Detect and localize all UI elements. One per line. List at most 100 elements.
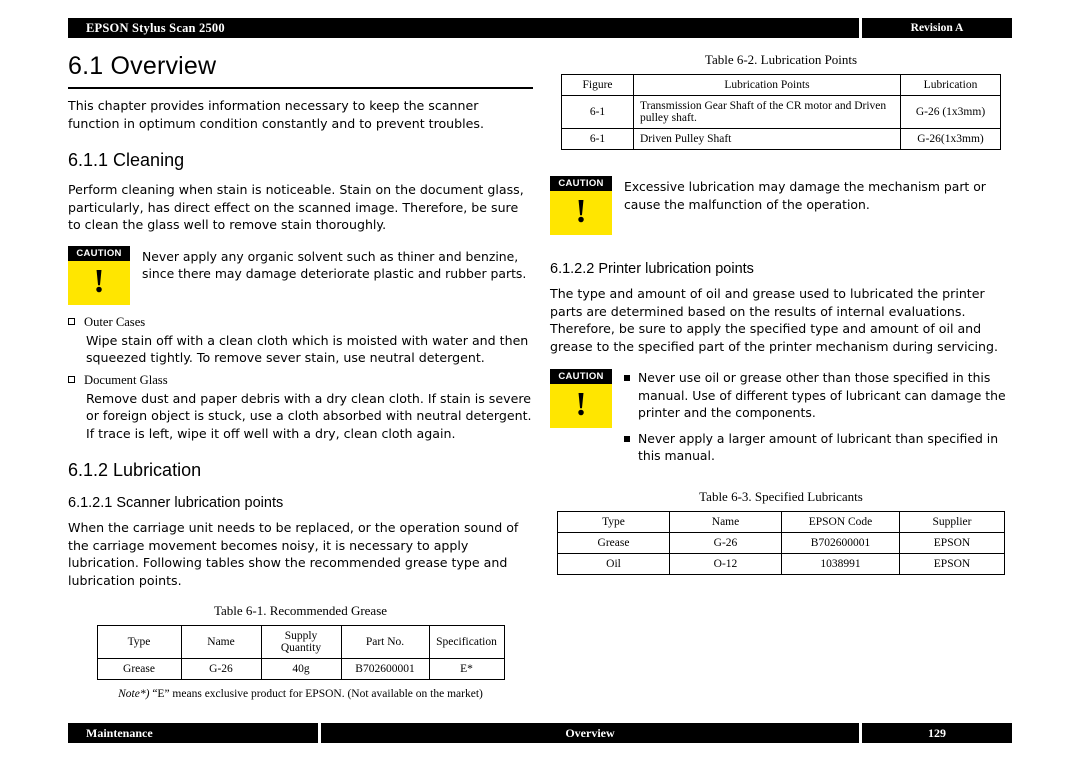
list-item: Outer Cases	[68, 315, 533, 330]
table-cell: G-26 (1x3mm)	[900, 95, 1001, 129]
warning-triangle-icon: !	[550, 191, 612, 235]
list-item-body: Wipe stain off with a clean cloth which …	[86, 332, 529, 366]
caution-bullet-item: Never use oil or grease other than those…	[624, 369, 1012, 422]
table-3-caption: Table 6-3. Specified Lubricants	[699, 488, 863, 504]
footer-section-label: Overview	[321, 723, 859, 743]
chapter-intro-text: This chapter provides information necess…	[68, 98, 484, 131]
square-bullet-icon	[68, 375, 75, 383]
header-revision: Revision A	[862, 18, 1012, 38]
note-text: “E” means exclusive product for EPSON. (…	[149, 688, 483, 700]
table-header-cell: Supply Quantity	[260, 625, 342, 659]
caution-icon: CAUTION !	[550, 369, 612, 428]
table-cell: 6-1	[561, 128, 634, 150]
filled-square-bullet-icon	[624, 375, 630, 381]
table-header-cell: Part No.	[340, 625, 430, 659]
table-row: Grease G-26 B702600001 EPSON	[557, 531, 1005, 554]
caution-block-printer: CAUTION ! Never use oil or grease other …	[550, 369, 1012, 473]
table-header-cell: Name	[669, 510, 782, 533]
list-item: Document Glass	[68, 373, 533, 388]
section-cleaning-title: 6.1.1 Cleaning	[68, 150, 185, 170]
table-cell: O-12	[669, 552, 782, 575]
table-cell: EPSON	[899, 531, 1005, 554]
table-1-caption: Table 6-1. Recommended Grease	[213, 603, 388, 618]
table-header-cell: Supplier	[899, 510, 1005, 533]
table-header-cell: Specification	[428, 625, 505, 659]
table-cell: Oil	[557, 552, 670, 575]
caution-block-lubrication: CAUTION ! Excessive lubrication may dama…	[550, 176, 1012, 235]
header-product-title: EPSON Stylus Scan 2500	[68, 18, 859, 38]
table-header-cell: Type	[96, 625, 182, 659]
exclamation-glyph: !	[575, 193, 587, 230]
table-cell: Grease	[557, 531, 670, 554]
table-row: Grease G-26 40g B702600001 E*	[96, 658, 505, 680]
table-2-container: Table 6-2. Lubrication Points Figure Lub…	[561, 52, 1001, 150]
square-bullet-icon	[68, 317, 75, 325]
left-column: 6.1 Overview This chapter provides infor…	[68, 52, 533, 700]
page-footer: Maintenance Overview 129	[68, 723, 1012, 743]
table-cell: Grease	[96, 658, 182, 680]
table-cell: B702600001	[340, 658, 430, 680]
table-cell: E*	[428, 658, 505, 680]
subsection-scanner-lubrication-title: 6.1.2.1 Scanner lubrication points	[68, 495, 284, 511]
warning-triangle-icon: !	[68, 260, 130, 305]
table-cell: G-26	[669, 531, 782, 554]
caution-label: CAUTION	[68, 245, 130, 261]
page-header: EPSON Stylus Scan 2500 Revision A	[68, 18, 1012, 38]
table-2-caption: Table 6-2. Lubrication Points	[704, 52, 858, 67]
chapter-title: 6.1 Overview	[68, 52, 533, 89]
caution-label: CAUTION	[550, 369, 612, 384]
table-row: 6-1 Driven Pulley Shaft G-26(1x3mm)	[561, 128, 1001, 150]
table-recommended-grease: Type Name Supply Quantity Part No. Speci…	[96, 625, 505, 680]
footer-chapter-label: Maintenance	[68, 723, 318, 743]
caution-text-cleaning: Never apply any organic solvent such as …	[142, 248, 527, 282]
section-lubrication-title: 6.1.2 Lubrication	[68, 460, 202, 480]
cleaning-body-text: Perform cleaning when stain is noticeabl…	[68, 182, 524, 232]
right-column: Table 6-2. Lubrication Points Figure Lub…	[550, 52, 1012, 575]
table-header-cell: EPSON Code	[781, 510, 900, 533]
table-cell: 1038991	[781, 552, 900, 575]
table-cell: Transmission Gear Shaft of the CR motor …	[633, 95, 901, 129]
table-header-cell: Type	[557, 510, 670, 533]
warning-triangle-icon: !	[550, 384, 612, 428]
table-1-note: Note*) “E” means exclusive product for E…	[97, 688, 505, 700]
caution-bullet-list: Never use oil or grease other than those…	[624, 369, 1012, 473]
list-item-label: Outer Cases	[84, 314, 146, 329]
caution-icon: CAUTION !	[550, 176, 612, 235]
table-header-cell: Lubrication Points	[633, 74, 901, 96]
table-header-cell: Figure	[561, 74, 634, 96]
list-item-label: Document Glass	[84, 372, 168, 387]
note-prefix: Note*)	[118, 688, 150, 700]
table-cell: 6-1	[561, 95, 634, 129]
table-lubrication-points: Figure Lubrication Points Lubrication 6-…	[561, 74, 1001, 150]
table-header-row: Type Name EPSON Code Supplier	[557, 510, 1005, 533]
printer-lubrication-body-text: The type and amount of oil and grease us…	[550, 286, 998, 354]
caution-bullet-item: Never apply a larger amount of lubricant…	[624, 430, 1012, 465]
table-cell: B702600001	[781, 531, 900, 554]
caution-block-cleaning: CAUTION ! Never apply any organic solven…	[68, 245, 533, 305]
table-row: 6-1 Transmission Gear Shaft of the CR mo…	[561, 95, 1001, 129]
list-item-body: Remove dust and paper debris with a dry …	[86, 390, 532, 441]
caution-text-lubrication: Excessive lubrication may damage the mec…	[624, 179, 986, 212]
footer-page-number: 129	[862, 723, 1012, 743]
exclamation-glyph: !	[575, 386, 587, 423]
cleaning-item-list: Outer Cases Wipe stain off with a clean …	[68, 315, 533, 443]
table-specified-lubricants: Type Name EPSON Code Supplier Grease G-2…	[557, 510, 1005, 575]
table-cell: G-26(1x3mm)	[900, 128, 1001, 150]
scanner-lubrication-body-text: When the carriage unit needs to be repla…	[68, 520, 519, 588]
caution-icon: CAUTION !	[68, 245, 130, 305]
table-cell: G-26	[180, 658, 262, 680]
table-row: Oil O-12 1038991 EPSON	[557, 552, 1005, 575]
exclamation-glyph: !	[93, 262, 105, 300]
table-header-cell: Lubrication	[900, 74, 1001, 96]
table-1-container: Table 6-1. Recommended Grease Type Name …	[96, 603, 505, 700]
table-header-row: Type Name Supply Quantity Part No. Speci…	[96, 625, 505, 659]
subsection-printer-lubrication-title: 6.1.2.2 Printer lubrication points	[550, 261, 754, 277]
caution-bullet-text: Never use oil or grease other than those…	[638, 370, 1006, 420]
caution-bullet-text: Never apply a larger amount of lubricant…	[638, 430, 999, 464]
table-header-row: Figure Lubrication Points Lubrication	[561, 74, 1001, 96]
table-header-cell: Name	[180, 625, 262, 659]
table-cell: EPSON	[899, 552, 1005, 575]
table-cell: Driven Pulley Shaft	[633, 128, 901, 150]
table-3-container: Table 6-3. Specified Lubricants Type Nam…	[557, 489, 1005, 575]
caution-label: CAUTION	[550, 176, 612, 191]
